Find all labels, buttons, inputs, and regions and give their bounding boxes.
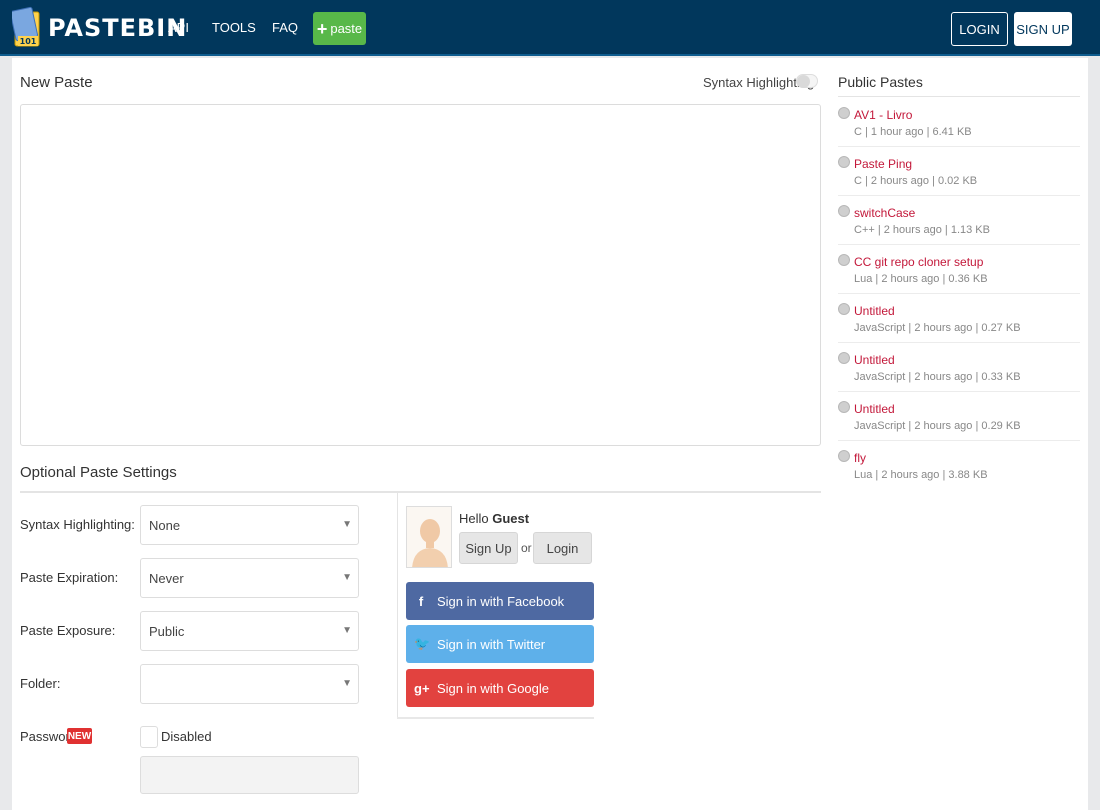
logo-text: PASTEBIN: [48, 14, 188, 42]
password-input[interactable]: [140, 756, 359, 794]
syntax-label: Syntax Highlighting:: [20, 517, 135, 532]
globe-icon: [838, 107, 850, 119]
chevron-down-icon: ▼: [342, 678, 352, 689]
guest-name: Guest: [492, 511, 530, 526]
globe-icon: [838, 205, 850, 217]
expiration-label: Paste Expiration:: [20, 570, 119, 585]
paste-text-editor[interactable]: [20, 104, 821, 446]
globe-icon: [838, 352, 850, 364]
globe-icon: [838, 156, 850, 168]
user-avatar-icon: [406, 506, 452, 568]
syntax-select[interactable]: None ▼: [140, 505, 359, 545]
paste-meta: C | 1 hour ago | 6.41 KB: [854, 126, 972, 138]
globe-icon: [838, 254, 850, 266]
new-paste-button[interactable]: + paste: [313, 12, 366, 45]
twitter-signin-label: Sign in with Twitter: [437, 636, 546, 652]
globe-icon: [838, 303, 850, 315]
exposure-label: Paste Exposure:: [20, 623, 116, 638]
facebook-signin-button[interactable]: f Sign in with Facebook: [406, 582, 594, 620]
paste-meta: JavaScript | 2 hours ago | 0.27 KB: [854, 322, 1021, 334]
paste-title-link[interactable]: CC git repo cloner setup: [854, 255, 983, 269]
svg-text:101: 101: [20, 37, 37, 46]
folder-select[interactable]: ▼: [140, 664, 359, 704]
sidebar-divider: [838, 96, 1080, 97]
paste-meta: Lua | 2 hours ago | 3.88 KB: [854, 469, 988, 481]
expiration-select-value: Never: [149, 570, 184, 586]
facebook-icon: f: [418, 593, 424, 609]
paste-title-link[interactable]: AV1 - Livro: [854, 108, 912, 122]
paste-button-label: paste: [330, 21, 363, 36]
paste-title-link[interactable]: switchCase: [854, 206, 915, 220]
syntax-highlighting-toggle[interactable]: [796, 74, 818, 88]
paste-meta: Lua | 2 hours ago | 0.36 KB: [854, 273, 988, 285]
paste-meta: JavaScript | 2 hours ago | 0.29 KB: [854, 420, 1021, 432]
new-paste-title: New Paste: [20, 74, 93, 91]
google-signin-label: Sign in with Google: [437, 680, 550, 696]
paste-meta: JavaScript | 2 hours ago | 0.33 KB: [854, 371, 1021, 383]
nav-faq[interactable]: FAQ: [272, 20, 298, 35]
public-paste-item[interactable]: switchCase C++ | 2 hours ago | 1.13 KB: [838, 196, 1080, 245]
twitter-signin-button[interactable]: 🐦 Sign in with Twitter: [406, 625, 594, 663]
google-plus-icon: g+: [414, 680, 430, 696]
folder-label: Folder:: [20, 676, 61, 691]
public-paste-item[interactable]: fly Lua | 2 hours ago | 3.88 KB: [838, 441, 1080, 490]
globe-icon: [838, 401, 850, 413]
hello-guest-text: Hello Guest: [459, 511, 529, 526]
exposure-select-value: Public: [149, 623, 185, 639]
pastebin-logo[interactable]: 101 PASTEBIN: [9, 5, 188, 51]
paste-meta: C++ | 2 hours ago | 1.13 KB: [854, 224, 990, 236]
or-text: or: [521, 541, 532, 555]
guest-signup-button[interactable]: Sign Up: [459, 532, 518, 564]
header-signup-button[interactable]: SIGN UP: [1014, 12, 1072, 46]
public-pastes-title: Public Pastes: [838, 74, 923, 90]
paste-title-link[interactable]: fly: [854, 451, 866, 465]
twitter-icon: 🐦: [414, 636, 431, 651]
public-paste-item[interactable]: CC git repo cloner setup Lua | 2 hours a…: [838, 245, 1080, 294]
expiration-select[interactable]: Never ▼: [140, 558, 359, 598]
pastebin-logo-icon: 101: [9, 6, 44, 50]
public-paste-item[interactable]: Paste Ping C | 2 hours ago | 0.02 KB: [838, 147, 1080, 196]
chevron-down-icon: ▼: [342, 625, 352, 636]
google-signin-button[interactable]: g+ Sign in with Google: [406, 669, 594, 707]
optional-settings-title: Optional Paste Settings: [20, 464, 177, 481]
settings-vertical-divider: [397, 493, 398, 718]
toggle-knob: [797, 75, 810, 88]
public-paste-item[interactable]: Untitled JavaScript | 2 hours ago | 0.29…: [838, 392, 1080, 441]
password-checkbox-label: Disabled: [161, 729, 212, 744]
syntax-select-value: None: [149, 517, 181, 533]
public-paste-item[interactable]: Untitled JavaScript | 2 hours ago | 0.33…: [838, 343, 1080, 392]
guest-box-base: [397, 717, 594, 719]
hello-label: Hello: [459, 511, 489, 526]
paste-title-link[interactable]: Untitled: [854, 402, 895, 416]
paste-title-link[interactable]: Paste Ping: [854, 157, 912, 171]
nav-tools[interactable]: TOOLS: [212, 20, 256, 35]
paste-title-link[interactable]: Untitled: [854, 353, 895, 367]
settings-divider: [20, 491, 821, 493]
exposure-select[interactable]: Public ▼: [140, 611, 359, 651]
paste-title-link[interactable]: Untitled: [854, 304, 895, 318]
public-paste-item[interactable]: Untitled JavaScript | 2 hours ago | 0.27…: [838, 294, 1080, 343]
top-navigation-bar: 101 PASTEBIN API TOOLS FAQ + paste LOGIN…: [0, 0, 1100, 56]
password-checkbox[interactable]: [140, 726, 158, 748]
guest-login-button[interactable]: Login: [533, 532, 592, 564]
public-paste-item[interactable]: AV1 - Livro C | 1 hour ago | 6.41 KB: [838, 98, 1080, 147]
plus-icon: +: [316, 18, 328, 39]
facebook-signin-label: Sign in with Facebook: [437, 593, 565, 609]
chevron-down-icon: ▼: [342, 519, 352, 530]
new-badge: NEW: [67, 728, 92, 744]
header-login-button[interactable]: LOGIN: [951, 12, 1008, 46]
chevron-down-icon: ▼: [342, 572, 352, 583]
paste-meta: C | 2 hours ago | 0.02 KB: [854, 175, 978, 187]
globe-icon: [838, 450, 850, 462]
nav-api[interactable]: API: [168, 20, 189, 35]
